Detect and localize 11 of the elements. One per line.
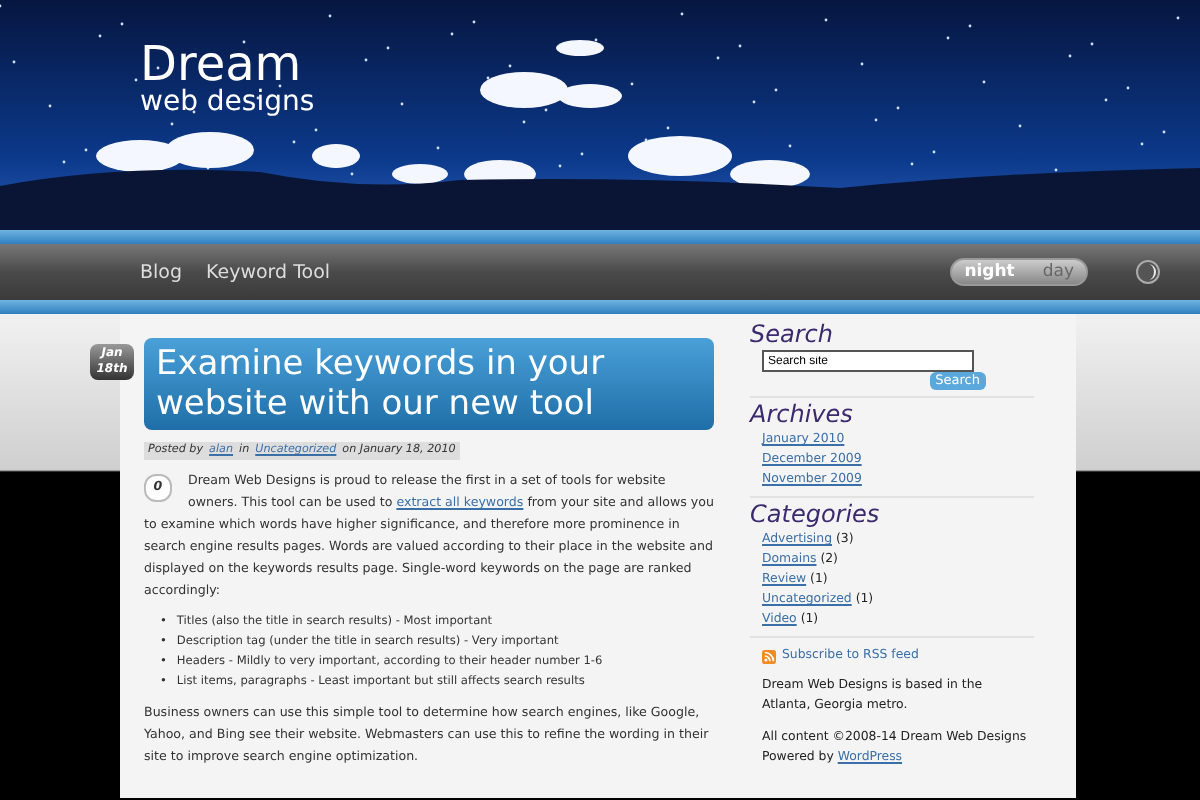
site-logo-title: Dream <box>140 40 302 88</box>
widget-heading: Archives <box>750 398 855 430</box>
site-logo-subtitle: web designs <box>140 88 315 116</box>
widget-heading: Categories <box>750 498 882 530</box>
theme-toggle[interactable]: night day <box>950 258 1088 286</box>
nav-link[interactable]: Keyword Tool <box>206 261 331 283</box>
post-title[interactable]: Examine keywords in your website with our new tool <box>144 338 714 430</box>
nav-link[interactable]: Blog <box>140 261 182 283</box>
theme-option[interactable]: day <box>1042 262 1074 282</box>
widget-heading: Search <box>750 318 835 350</box>
moon-icon[interactable] <box>1136 260 1160 284</box>
